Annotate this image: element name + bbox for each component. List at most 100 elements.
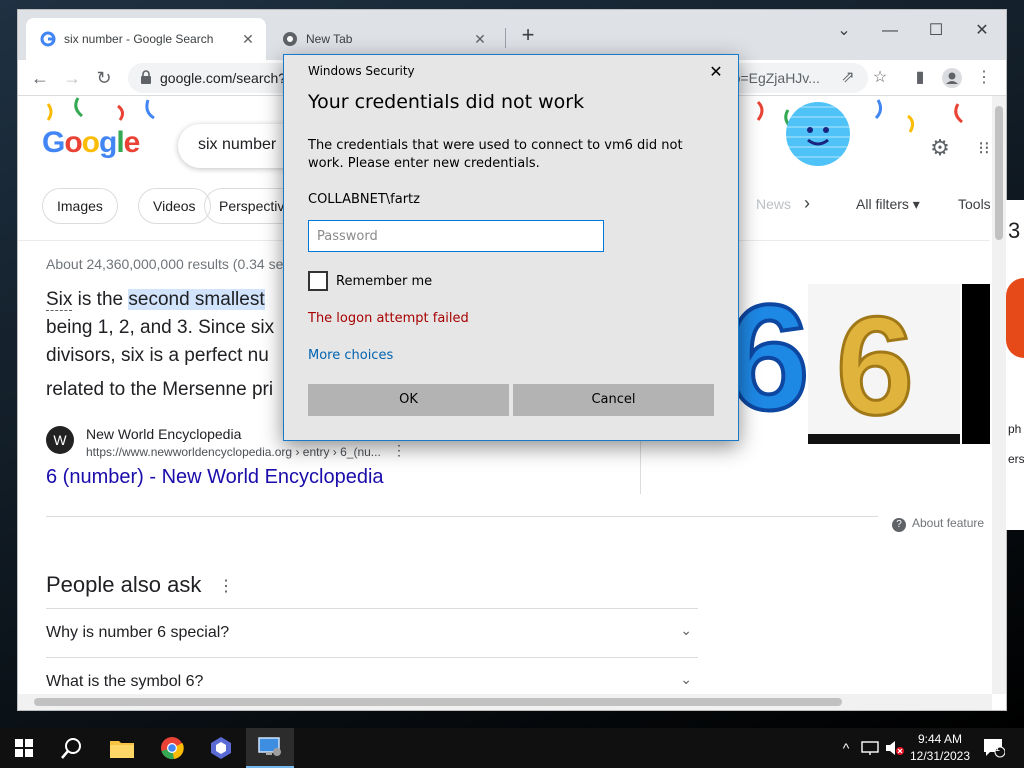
chevron-down-icon: ⌄ [680, 622, 692, 638]
paa-question-text: Why is number 6 special? [46, 624, 230, 641]
logo-letter: e [123, 126, 141, 159]
notification-count-badge: 1 [995, 743, 1001, 753]
maximize-button[interactable]: ☐ [916, 16, 956, 46]
about-featured-snippets[interactable]: ? About feature [892, 516, 984, 532]
bookmark-star-icon[interactable]: ☆ [866, 64, 894, 92]
share-icon[interactable]: ⇗ [834, 64, 862, 92]
snippet-text: is the [72, 289, 129, 310]
notification-center-icon[interactable]: 1 [980, 728, 1008, 768]
profile-avatar-icon[interactable] [938, 64, 966, 92]
dialog-close-icon[interactable]: ✕ [704, 61, 728, 85]
system-clock[interactable]: 9:44 AM 12/31/2023 [906, 731, 974, 765]
search-query-text: six number [198, 136, 277, 153]
more-choices-link[interactable]: More choices [308, 348, 393, 363]
svg-text:6: 6 [836, 287, 914, 444]
logo-letter: G [42, 126, 65, 159]
taskbar: ^ 9:44 AM 12/31/2023 1 [0, 728, 1024, 768]
tray-overflow-chevron-icon[interactable]: ^ [838, 728, 854, 768]
username-label: COLLABNET\fartz [308, 192, 420, 207]
glimpse-text: 3 [1008, 218, 1021, 243]
settings-gear-icon[interactable]: ⚙ [926, 134, 954, 162]
windows-security-dialog: Windows Security ✕ Your credentials did … [283, 54, 739, 441]
all-filters-button[interactable]: All filters ▾ [856, 196, 920, 213]
clock-time: 9:44 AM [917, 732, 963, 746]
people-also-ask-heading: People also ask [46, 572, 202, 597]
chip-images[interactable]: Images [42, 188, 118, 224]
site-logo-icon: W [46, 426, 74, 454]
new-tab-button[interactable]: + [516, 24, 540, 48]
close-window-button[interactable]: ✕ [962, 16, 1002, 46]
windows-start-icon[interactable] [0, 728, 48, 768]
disco-ball-doodle-icon[interactable] [786, 102, 850, 166]
tab-search-button[interactable]: ⌄ [824, 16, 864, 46]
search-icon[interactable] [48, 728, 96, 768]
clock-date: 12/31/2023 [909, 749, 971, 763]
cancel-button[interactable]: Cancel [513, 384, 714, 416]
snippet-highlight: second smallest [128, 289, 265, 310]
back-arrow-icon[interactable]: ← [26, 64, 54, 92]
chip-perspectives[interactable]: Perspectiv [204, 188, 294, 224]
side-panel-icon[interactable]: ▮ [906, 64, 934, 92]
logo-letter: g [99, 126, 117, 159]
app-taskbar-icon[interactable] [197, 728, 245, 768]
result-stats: About 24,360,000,000 results (0.34 se [46, 256, 284, 272]
divider [46, 516, 878, 517]
paa-question[interactable]: What is the symbol 6? ⌄ [46, 657, 698, 694]
tab-separator [505, 28, 506, 48]
result-more-icon[interactable]: ⋮ [392, 442, 406, 459]
image-thumbnail[interactable]: 6 [724, 271, 811, 444]
dialog-message: The credentials that were used to connec… [308, 138, 683, 171]
minimize-button[interactable]: — [870, 16, 910, 46]
close-tab-icon[interactable]: ✕ [470, 31, 490, 48]
tab-strip: six number - Google Search ✕ New Tab ✕ +… [18, 10, 1006, 60]
network-icon[interactable] [858, 728, 882, 768]
help-icon: ? [892, 518, 906, 532]
source-name: New World Encyclopedia [86, 426, 242, 442]
scrollbar-thumb[interactable] [34, 698, 842, 706]
paa-more-icon[interactable]: ⋮ [218, 576, 234, 596]
password-field[interactable] [308, 220, 604, 252]
paa-question[interactable]: Why is number 6 special? ⌄ [46, 608, 698, 656]
forward-arrow-icon[interactable]: → [58, 64, 86, 92]
remember-me-label[interactable]: Remember me [336, 274, 432, 289]
tab-google-search[interactable]: six number - Google Search ✕ [26, 18, 266, 60]
image-thumbnail[interactable]: 6 [808, 284, 960, 446]
svg-text:6: 6 [736, 284, 806, 441]
chrome-taskbar-icon[interactable] [148, 728, 196, 768]
paa-question-text: What is the symbol 6? [46, 673, 204, 690]
remember-me-checkbox[interactable] [308, 271, 328, 291]
close-tab-icon[interactable]: ✕ [238, 31, 258, 48]
volume-muted-icon[interactable] [884, 728, 906, 768]
chevron-down-icon: ⌄ [680, 671, 692, 687]
chip-news[interactable]: News [756, 196, 791, 212]
lock-icon [140, 70, 152, 84]
dialog-window-title: Windows Security [308, 64, 415, 78]
dialog-heading: Your credentials did not work [308, 91, 585, 113]
chips-scroll-right-icon[interactable]: › [804, 193, 810, 214]
apps-grid-icon[interactable]: ⁝⁝ [970, 134, 990, 162]
scrollbar-thumb[interactable] [995, 106, 1003, 240]
image-thumbnail[interactable] [962, 284, 990, 444]
horizontal-scrollbar[interactable] [18, 694, 992, 710]
source-url: https://www.newworldencyclopedia.org › e… [86, 445, 381, 459]
reload-icon[interactable]: ↻ [90, 64, 118, 92]
google-logo[interactable]: Google [42, 126, 141, 160]
vertical-scrollbar[interactable] [992, 96, 1006, 694]
remember-me-row[interactable]: Remember me [308, 271, 432, 291]
background-window-edge: 3 ph ers [1006, 200, 1024, 530]
chrome-menu-icon[interactable]: ⋮ [970, 64, 998, 92]
tools-button[interactable]: Tools [958, 196, 990, 212]
url-text: google.com/search? [160, 70, 287, 86]
remote-desktop-taskbar-icon[interactable] [246, 728, 294, 768]
result-title-link[interactable]: 6 (number) - New World Encyclopedia [46, 466, 384, 489]
url-tail-text: rp=EgZjaHJv... [728, 70, 820, 86]
ok-button[interactable]: OK [308, 384, 509, 416]
logon-error-message: The logon attempt failed [308, 311, 469, 326]
logo-letter: o [81, 126, 100, 159]
tab-title: six number - Google Search [64, 32, 214, 46]
chip-videos[interactable]: Videos [138, 188, 211, 224]
glimpse-text: ers [1008, 452, 1024, 466]
file-explorer-icon[interactable] [98, 728, 146, 768]
google-favicon-icon [40, 31, 56, 47]
logo-letter: l [116, 126, 124, 159]
